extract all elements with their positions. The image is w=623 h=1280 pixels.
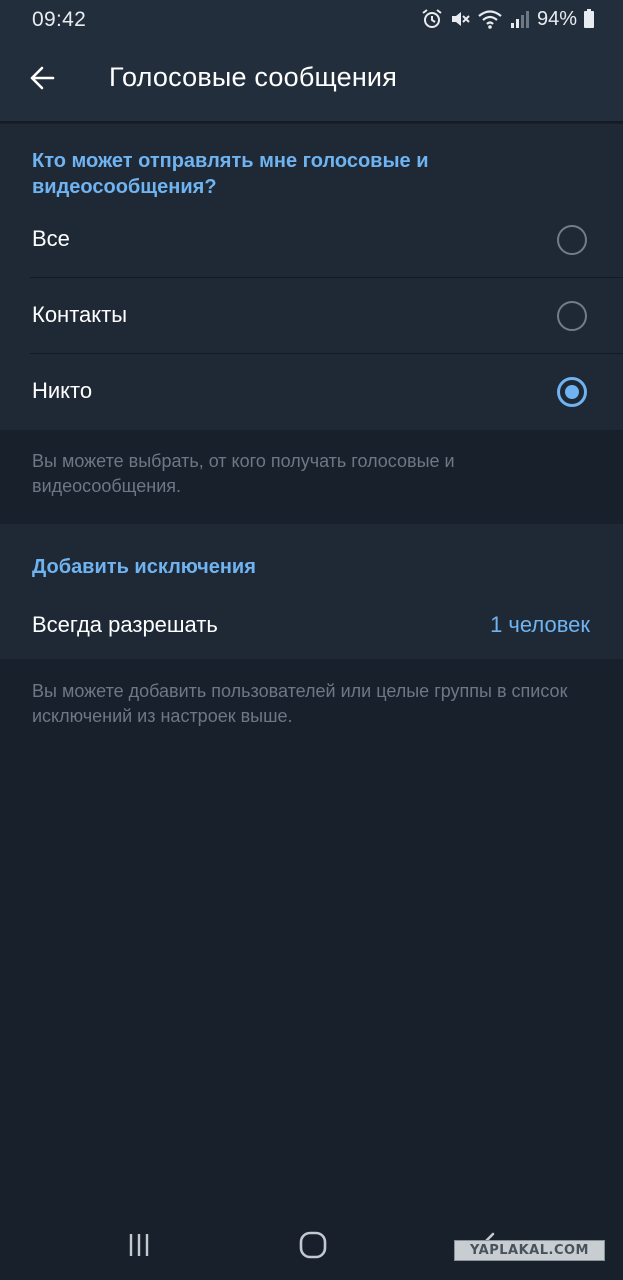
battery-icon — [583, 8, 595, 30]
status-bar: 09:42 94% — [0, 0, 623, 40]
recent-apps-icon — [126, 1232, 152, 1263]
option-label: Все — [32, 226, 70, 251]
page-title: Голосовые сообщения — [109, 62, 398, 92]
arrow-left-icon — [29, 65, 55, 96]
radio-contacts[interactable] — [557, 301, 587, 331]
radio-everybody[interactable] — [557, 225, 587, 255]
exceptions-hint: Вы можете добавить пользователей или цел… — [32, 681, 568, 726]
signal-icon — [509, 8, 529, 30]
exceptions-section: Добавить исключения Всегда разрешать 1 ч… — [0, 524, 623, 659]
mute-icon — [449, 8, 471, 30]
watermark: YAPLAKAL.COM — [454, 1240, 605, 1261]
option-everybody[interactable]: Все — [0, 202, 623, 278]
privacy-section-header: Кто может отправлять мне голосовые и вид… — [32, 150, 429, 198]
privacy-section: Кто может отправлять мне голосовые и вид… — [0, 124, 623, 430]
app-bar: Голосовые сообщения — [0, 40, 623, 121]
option-contacts[interactable]: Контакты — [0, 278, 623, 354]
radio-nobody-selected[interactable] — [557, 377, 587, 407]
privacy-hint: Вы можете выбрать, от кого получать голо… — [32, 451, 455, 496]
status-time: 09:42 — [32, 8, 87, 31]
always-allow-value: 1 человек — [490, 612, 590, 637]
always-allow-label: Всегда разрешать — [32, 612, 218, 637]
wifi-icon — [477, 8, 503, 30]
option-nobody[interactable]: Никто — [0, 354, 623, 430]
recent-apps-button[interactable] — [119, 1230, 159, 1264]
alarm-icon — [421, 8, 443, 30]
status-icons: 94% — [421, 6, 595, 32]
back-button[interactable] — [22, 60, 62, 100]
home-icon — [299, 1231, 327, 1264]
always-allow-row[interactable]: Всегда разрешать 1 человек — [0, 586, 623, 659]
battery-percent: 94% — [536, 7, 577, 30]
exceptions-section-header: Добавить исключения — [32, 556, 256, 578]
option-label: Контакты — [32, 302, 128, 327]
home-button[interactable] — [293, 1230, 333, 1264]
option-label: Никто — [32, 378, 93, 403]
